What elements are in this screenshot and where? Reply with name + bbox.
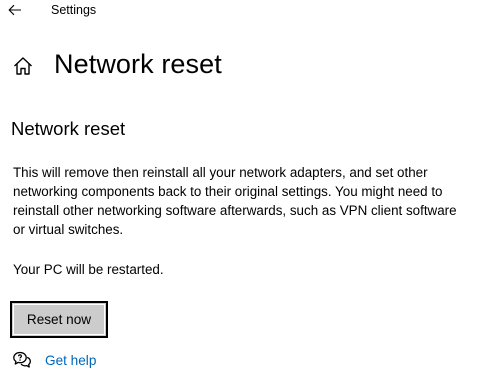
home-icon[interactable] [12,55,34,77]
chat-help-icon [13,351,31,368]
restart-note: Your PC will be restarted. [13,262,164,277]
settings-window: Settings Network reset Network reset Thi… [0,0,477,389]
page-header: Network reset [0,46,477,86]
page-title: Network reset [54,49,222,79]
section-title: Network reset [11,118,126,139]
get-help-row[interactable]: Get help [12,349,96,371]
reset-now-button-label: Reset now [26,312,92,327]
back-button[interactable] [4,0,26,20]
get-help-link[interactable]: Get help [45,353,96,368]
back-arrow-icon [8,4,21,16]
title-bar: Settings [0,0,477,22]
reset-now-button[interactable]: Reset now [10,301,108,338]
window-title: Settings [51,3,97,17]
reset-description: This will remove then reinstall all your… [13,165,457,237]
